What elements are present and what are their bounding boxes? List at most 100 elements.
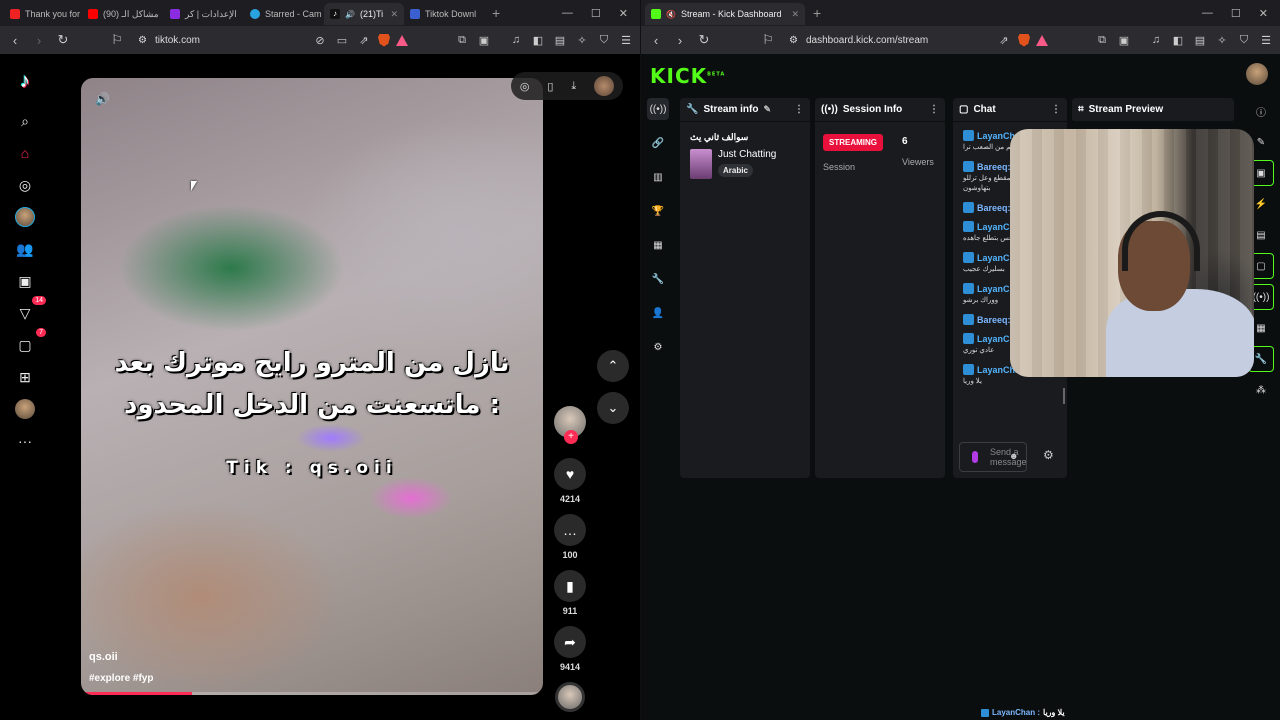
tab-kick-dashboard[interactable]: 🔇 Stream - Kick Dashboard ✕ — [645, 3, 805, 25]
stream-icon[interactable]: ((•)) — [647, 98, 669, 120]
maximize-button[interactable]: ☐ — [591, 7, 601, 20]
previous-video-button[interactable]: ⌃ — [597, 350, 629, 382]
save-button[interactable]: ▮ — [554, 570, 586, 602]
close-tab-icon[interactable]: ✕ — [791, 9, 799, 20]
more-icon[interactable]: ⋮ — [794, 104, 804, 115]
brave-rewards-icon[interactable] — [1036, 34, 1048, 46]
edit-icon[interactable]: ✎ — [763, 104, 771, 115]
leo-icon[interactable]: ✧ — [1214, 34, 1230, 47]
bookmark-icon[interactable]: ⚐ — [759, 32, 777, 48]
link-icon[interactable]: 🔗 — [647, 132, 669, 154]
media-icon[interactable]: ♫ — [508, 34, 524, 46]
menu-icon[interactable]: ☰ — [618, 34, 634, 47]
vpn-icon[interactable]: ⛉ — [1236, 34, 1252, 47]
new-tab-button[interactable]: + — [805, 5, 829, 21]
minimize-button[interactable]: — — [562, 7, 573, 20]
emote-icon[interactable]: ☻ — [1009, 451, 1018, 461]
brave-shield-icon[interactable] — [378, 33, 390, 47]
mic-icon[interactable] — [972, 451, 978, 463]
profile-avatar[interactable] — [14, 398, 36, 420]
cast-icon[interactable]: ▭ — [334, 34, 350, 47]
user-avatar[interactable] — [1246, 63, 1268, 85]
home-icon[interactable]: ⌂ — [14, 142, 36, 164]
download-icon[interactable]: ⤓ — [571, 80, 576, 93]
sidebar-icon[interactable]: ◧ — [1170, 34, 1186, 47]
downloads-icon[interactable]: ▣ — [1116, 34, 1132, 47]
follow-plus-icon[interactable]: + — [564, 430, 578, 444]
close-tab-icon[interactable]: ✕ — [390, 9, 398, 20]
reload-icon[interactable]: ↻ — [54, 32, 72, 48]
tab-tiktok[interactable]: ♪ 🔊 (21)Ti ✕ — [324, 3, 404, 25]
back-icon[interactable]: ‹ — [6, 33, 24, 48]
site-settings-icon[interactable]: ⚙ — [789, 35, 798, 46]
minimize-button[interactable]: — — [1202, 7, 1213, 20]
brave-rewards-icon[interactable] — [396, 34, 408, 46]
volume-icon[interactable]: 🔊 — [95, 92, 110, 106]
reload-icon[interactable]: ↻ — [695, 32, 713, 48]
webcam-overlay[interactable] — [1010, 129, 1254, 377]
forward-icon[interactable]: › — [671, 33, 689, 48]
more-icon[interactable]: ··· — [14, 430, 36, 452]
back-icon[interactable]: ‹ — [647, 33, 665, 48]
users-icon[interactable]: 👤 — [647, 302, 669, 324]
live-icon[interactable]: ▣ — [14, 270, 36, 292]
video-hashtags[interactable]: #explore #fyp — [89, 673, 153, 684]
wallet-icon[interactable]: ▤ — [1192, 34, 1208, 47]
tab-settings[interactable]: الإعدادات | كر — [164, 3, 244, 25]
creator-avatar[interactable]: + — [554, 406, 586, 444]
close-button[interactable]: ✕ — [619, 7, 628, 20]
video-author[interactable]: qs.oii — [89, 651, 118, 663]
activity-icon[interactable]: ▽ 14 — [14, 296, 46, 324]
kick-logo[interactable]: KICKBETA — [650, 64, 725, 88]
wallet-icon[interactable]: ▤ — [552, 34, 568, 47]
wrench-icon[interactable]: 🔧 — [647, 268, 669, 290]
mute-icon[interactable]: ⊘ — [312, 34, 328, 47]
leo-icon[interactable]: ✧ — [574, 34, 590, 47]
vpn-icon[interactable]: ⛉ — [596, 34, 612, 47]
menu-icon[interactable]: ☰ — [1258, 34, 1274, 47]
media-icon[interactable]: ♫ — [1148, 34, 1164, 46]
comment-button[interactable]: … — [554, 514, 586, 546]
chat-settings-icon[interactable]: ⚙ — [1043, 448, 1054, 462]
downloads-icon[interactable]: ▣ — [476, 34, 492, 47]
music-disc-icon[interactable] — [555, 682, 585, 712]
clips-icon[interactable]: ▦ — [647, 234, 669, 256]
friends-icon[interactable]: 👥 — [14, 238, 36, 260]
explore-icon[interactable]: ◎ — [14, 174, 36, 196]
url-field[interactable]: ⚙ tiktok.com — [132, 30, 306, 50]
upload-icon[interactable]: ⊞ — [14, 366, 36, 388]
more-icon[interactable]: ⋮ — [929, 104, 939, 115]
analytics-icon[interactable]: ▥ — [647, 166, 669, 188]
chat-scrollbar[interactable] — [1063, 388, 1065, 404]
apps-icon[interactable]: ⁂ — [1248, 377, 1274, 403]
extensions-icon[interactable]: ⧉ — [1094, 34, 1110, 47]
next-video-button[interactable]: ⌄ — [597, 392, 629, 424]
bookmark-icon[interactable]: ⚐ — [108, 32, 126, 48]
sidebar-icon[interactable]: ◧ — [530, 34, 546, 47]
close-button[interactable]: ✕ — [1259, 7, 1268, 20]
more-icon[interactable]: ⋮ — [1051, 104, 1061, 115]
following-avatar[interactable] — [14, 206, 36, 228]
video-progress-bar[interactable] — [81, 692, 192, 695]
avatar[interactable] — [594, 76, 615, 96]
new-tab-button[interactable]: + — [484, 5, 508, 21]
extensions-icon[interactable]: ⧉ — [454, 34, 470, 47]
search-icon[interactable]: ⌕ — [14, 110, 36, 132]
device-icon[interactable]: ▯ — [547, 80, 553, 93]
explore-icon[interactable]: ◎ — [520, 80, 530, 93]
share-icon[interactable]: ⇗ — [356, 34, 372, 47]
tiktok-logo-icon[interactable]: ♪ — [13, 70, 37, 94]
tab-starred[interactable]: Starred - Cam — [244, 3, 324, 25]
brave-shield-icon[interactable] — [1018, 33, 1030, 47]
share-icon[interactable]: ⇗ — [996, 34, 1012, 47]
video-player[interactable]: 🔊 نازل من المترو رايح موترك بعد ماتسعنت … — [81, 78, 543, 695]
messages-icon[interactable]: ▢ 7 — [14, 328, 46, 356]
tab-youtube[interactable]: (90) مشاكل الـ — [82, 3, 164, 25]
trophy-icon[interactable]: 🏆 — [647, 200, 669, 222]
maximize-button[interactable]: ☐ — [1231, 7, 1241, 20]
share-button[interactable]: ➦ — [554, 626, 586, 658]
like-button[interactable]: ♥ — [554, 458, 586, 490]
info-icon[interactable]: ⓘ — [1248, 98, 1274, 124]
tab-thank-you[interactable]: Thank you for — [4, 3, 82, 25]
moderation-icon[interactable]: ⚙ — [647, 336, 669, 358]
